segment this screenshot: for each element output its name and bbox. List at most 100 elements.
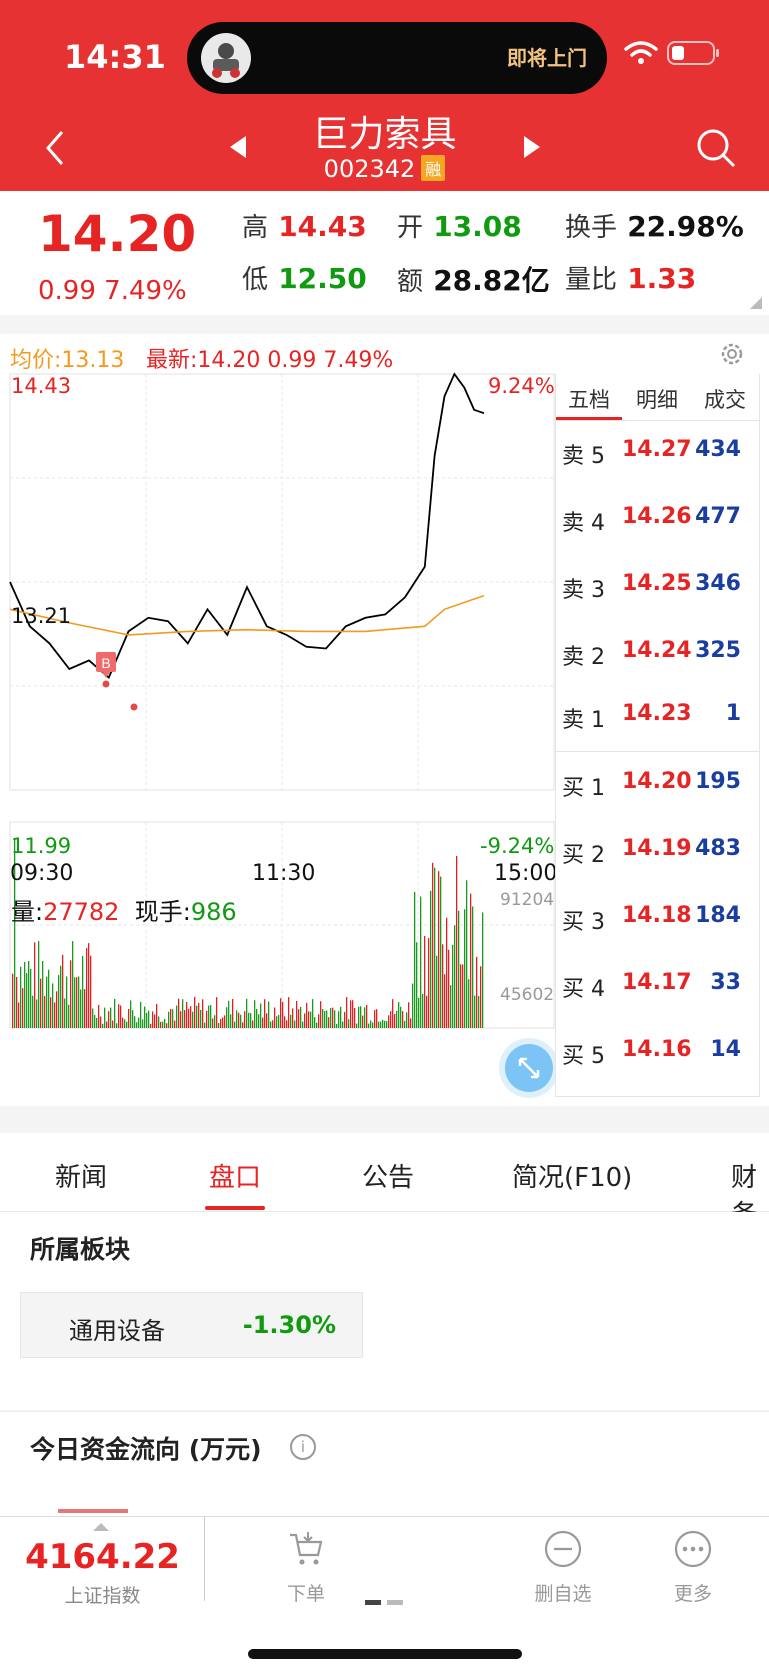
volume-bar (420, 896, 422, 1028)
volume-bar (336, 1024, 338, 1028)
gear-icon[interactable] (718, 340, 746, 368)
volume-bar (220, 1018, 222, 1028)
volume-bar (224, 1015, 226, 1028)
tab-trades[interactable]: 成交 (692, 384, 758, 414)
volume-bar (426, 995, 428, 1028)
volume-bar (438, 871, 440, 1028)
volume-bar (182, 999, 184, 1028)
volume-bar (36, 999, 38, 1028)
volume-bar (452, 944, 454, 1028)
volume-bar (458, 910, 460, 1028)
volume-bar (170, 1008, 172, 1028)
volume-bar (366, 1004, 368, 1028)
cart-icon (290, 1532, 323, 1565)
sector-change: -1.30% (242, 1311, 336, 1339)
volume-bar (460, 964, 462, 1028)
sector-card[interactable]: 通用设备 -1.30% (20, 1292, 363, 1358)
volume-bar (192, 1011, 194, 1028)
dynamic-island[interactable]: 即将上门 (187, 22, 607, 94)
price-change: 0.99 7.49% (38, 276, 187, 306)
info-icon[interactable]: i (290, 1434, 316, 1460)
volume-bar (462, 964, 464, 1028)
volume-bar (116, 1023, 118, 1028)
volume-bar (198, 1003, 200, 1028)
volume-bar (196, 1005, 198, 1028)
quote-high: 高 14.43 (242, 210, 367, 243)
volume-bar (184, 1010, 186, 1028)
ask-row[interactable]: 卖 4 14.26 477 (556, 487, 759, 554)
sector-section: 所属板块 通用设备 -1.30% (0, 1212, 769, 1410)
index-value[interactable]: 4164.22 (0, 1537, 205, 1577)
remove-watchlist-button[interactable]: 删自选 (508, 1517, 618, 1607)
battery-icon (667, 41, 715, 65)
volume-bar (362, 1015, 364, 1028)
volume-bar (318, 1014, 320, 1028)
volume-bar (222, 1017, 224, 1028)
volume-bar (20, 966, 22, 1028)
volume-bar (282, 1001, 284, 1028)
current-price: 14.20 (38, 205, 197, 263)
volume-bar (90, 955, 92, 1028)
volume-bar (162, 1021, 164, 1028)
volume-bar (86, 947, 88, 1028)
volume-bar (424, 936, 426, 1028)
volume-bar (378, 1021, 380, 1028)
volume-bar (242, 1022, 244, 1028)
volume-bar (96, 1018, 98, 1028)
volume-bar (320, 1001, 322, 1028)
volume-bar (186, 1002, 188, 1028)
tab-market[interactable]: 盘口 (209, 1157, 261, 1194)
volume-bar (456, 856, 458, 1028)
volume-bar (136, 1022, 138, 1028)
volume-bar (98, 1004, 100, 1028)
volume-bar (206, 1010, 208, 1028)
tab-announcements[interactable]: 公告 (362, 1157, 414, 1194)
more-button[interactable]: 更多 (638, 1517, 748, 1607)
stock-code-row: 002342 融 (0, 155, 769, 183)
volume-bar (210, 1005, 212, 1028)
volume-bar (264, 999, 266, 1028)
tab-news[interactable]: 新闻 (55, 1157, 107, 1194)
volume-bar (100, 1016, 102, 1028)
order-button[interactable]: 下单 (251, 1517, 361, 1607)
volume-bar (354, 1008, 356, 1028)
ask-row[interactable]: 卖 5 14.27 434 (556, 420, 759, 487)
bottom-toolbar: 4164.22 上证指数 下单 删自选 更多 (0, 1516, 769, 1666)
volume-bar (110, 1007, 112, 1028)
volume-axis-max: 91204 (500, 890, 555, 910)
volume-bar (470, 893, 472, 1028)
trade-point (102, 680, 110, 688)
ask-row[interactable]: 卖 2 14.24 325 (556, 621, 759, 688)
volume-bar (350, 1000, 352, 1028)
volume-bar (250, 1013, 252, 1028)
quote-low: 低 12.50 (242, 262, 367, 295)
bid-row[interactable]: 买 4 14.17 33 (556, 953, 759, 1020)
volume-bar (24, 962, 26, 1028)
volume-bar (150, 1023, 152, 1028)
corner-indicator-icon (750, 297, 762, 309)
tab-profile-f10[interactable]: 简况(F10) (512, 1157, 632, 1194)
volume-bar (416, 942, 418, 1028)
bid-row[interactable]: 买 5 14.16 14 (556, 1020, 759, 1087)
tab-details[interactable]: 明细 (624, 384, 690, 414)
volume-bar (64, 998, 66, 1028)
volume-bar (408, 1002, 410, 1028)
tab-five-levels[interactable]: 五档 (556, 384, 622, 414)
bid-row[interactable]: 买 3 14.18 184 (556, 886, 759, 953)
bid-row[interactable]: 买 1 14.20 195 (556, 752, 759, 819)
ask-row[interactable]: 卖 3 14.25 346 (556, 554, 759, 621)
expand-button[interactable] (505, 1044, 553, 1092)
volume-bar (398, 1002, 400, 1028)
volume-bar (166, 1023, 168, 1028)
index-name[interactable]: 上证指数 (0, 1581, 205, 1608)
more-icon (674, 1530, 712, 1568)
volume-bar (430, 890, 432, 1028)
volume-bar (138, 1017, 140, 1028)
volume-bar (112, 1020, 114, 1028)
bid-row[interactable]: 买 2 14.19 483 (556, 819, 759, 886)
money-flow-section: 今日资金流向 (万元) i (0, 1411, 769, 1517)
volume-bar (240, 1014, 242, 1028)
volume-bar (156, 1003, 158, 1028)
ask-row[interactable]: 卖 1 14.23 1 (556, 684, 759, 751)
volume-bar (448, 949, 450, 1028)
